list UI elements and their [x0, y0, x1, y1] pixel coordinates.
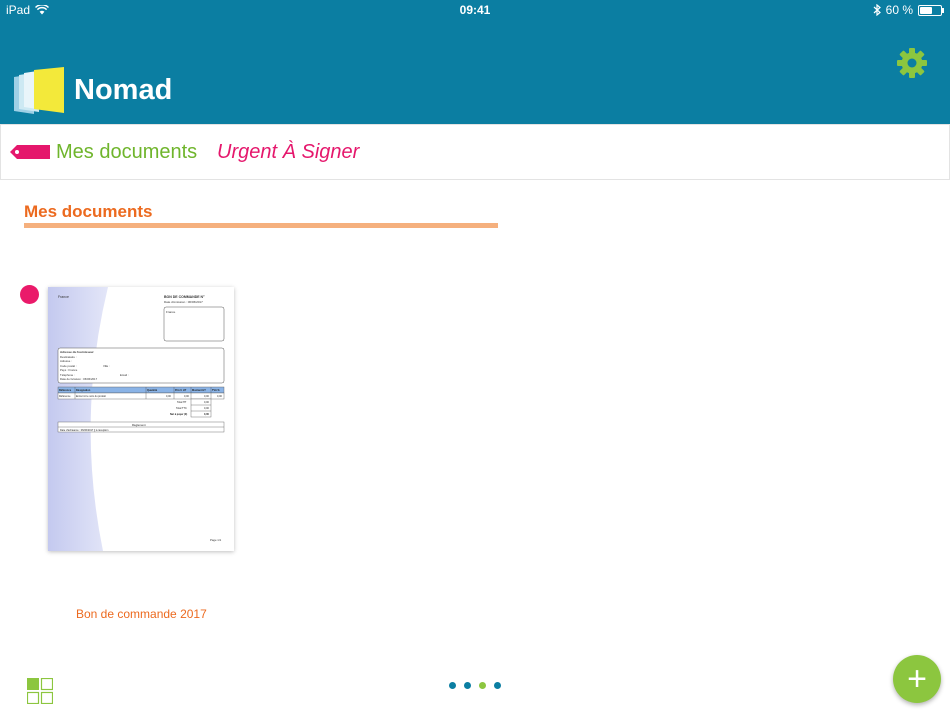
preview-table-header: Référence	[59, 389, 72, 392]
preview-total-value: 0,00	[204, 407, 209, 410]
preview-address-label: France	[166, 310, 176, 314]
tag-icon	[10, 145, 50, 159]
preview-table-header: Prix U HT	[175, 389, 187, 392]
nomad-logo-icon	[14, 67, 64, 114]
preview-total-label: Net à payer (€)	[170, 413, 187, 416]
preview-table-header: Désignation	[76, 389, 91, 392]
preview-supplier-title: Adresse du fournisseur	[60, 350, 95, 354]
section-title: Mes documents	[24, 202, 153, 221]
app-title: Nomad	[74, 74, 173, 106]
add-document-button[interactable]: +	[893, 655, 941, 703]
preview-page-footer: Page 1/1	[210, 538, 222, 542]
preview-supplier-email: Email :	[120, 373, 129, 377]
document-preview: France BON DE COMMANDE N° Date d'émissio…	[48, 287, 225, 551]
preview-supplier-city: Ville :	[103, 364, 110, 368]
preview-table-cell: 0,00	[204, 395, 209, 398]
preview-table-header: TVA %	[212, 389, 220, 392]
preview-total-value: 0,00	[204, 413, 209, 416]
page-dot[interactable]	[449, 682, 456, 689]
page-dot-active[interactable]	[479, 682, 486, 689]
preview-total-value: 0,00	[204, 401, 209, 404]
preview-payment-line: Date d'échéance : 06/06/2017 || à récept…	[60, 429, 109, 432]
document-thumbnail[interactable]: France BON DE COMMANDE N° Date d'émissio…	[48, 287, 234, 551]
breadcrumb-section[interactable]: Mes documents	[56, 141, 197, 164]
preview-total-label: Total HT	[177, 401, 187, 404]
status-bar: iPad 09:41 60 %	[0, 0, 950, 22]
preview-order-title: BON DE COMMANDE N°	[164, 295, 205, 299]
preview-table-cell: Entrer ici le nom du produit	[76, 395, 106, 398]
preview-header-left: France	[58, 295, 69, 299]
battery-percent: 60 %	[885, 3, 913, 17]
preview-table-cell: 0,00	[166, 395, 171, 398]
bluetooth-icon	[873, 4, 881, 16]
preview-payment-title: Règlement	[132, 423, 146, 427]
preview-table-cell: 0,00	[184, 395, 189, 398]
page-dot[interactable]	[464, 682, 471, 689]
preview-table-cell: Référence	[59, 395, 71, 398]
section-divider	[24, 223, 498, 228]
breadcrumb-filter[interactable]: Urgent À Signer	[217, 141, 359, 164]
breadcrumb: Mes documents Urgent À Signer	[0, 124, 950, 180]
preview-supplier-line: Pays : France	[60, 368, 78, 372]
battery-icon	[918, 4, 944, 16]
status-right: 60 %	[873, 3, 944, 17]
app-header: Nomad	[0, 22, 950, 124]
preview-table-header: Quantité	[147, 389, 158, 392]
unread-indicator	[20, 285, 39, 304]
status-time: 09:41	[459, 3, 491, 17]
preview-table-header: Montant HT	[192, 389, 206, 392]
page-indicator[interactable]	[449, 682, 501, 689]
preview-supplier-line: Adresse :	[60, 359, 72, 363]
document-title[interactable]: Bon de commande 2017	[76, 607, 207, 621]
page-dot[interactable]	[494, 682, 501, 689]
preview-table-cell: 0,00	[217, 395, 222, 398]
preview-order-date: Date d'émission : 06/06/2017	[164, 300, 203, 304]
grid-view-icon[interactable]	[27, 678, 53, 704]
settings-gear-icon[interactable]	[896, 47, 928, 79]
preview-supplier-line: Date de livraison : 06/06/2017	[60, 377, 98, 381]
preview-total-label: Total TTC	[176, 407, 187, 410]
